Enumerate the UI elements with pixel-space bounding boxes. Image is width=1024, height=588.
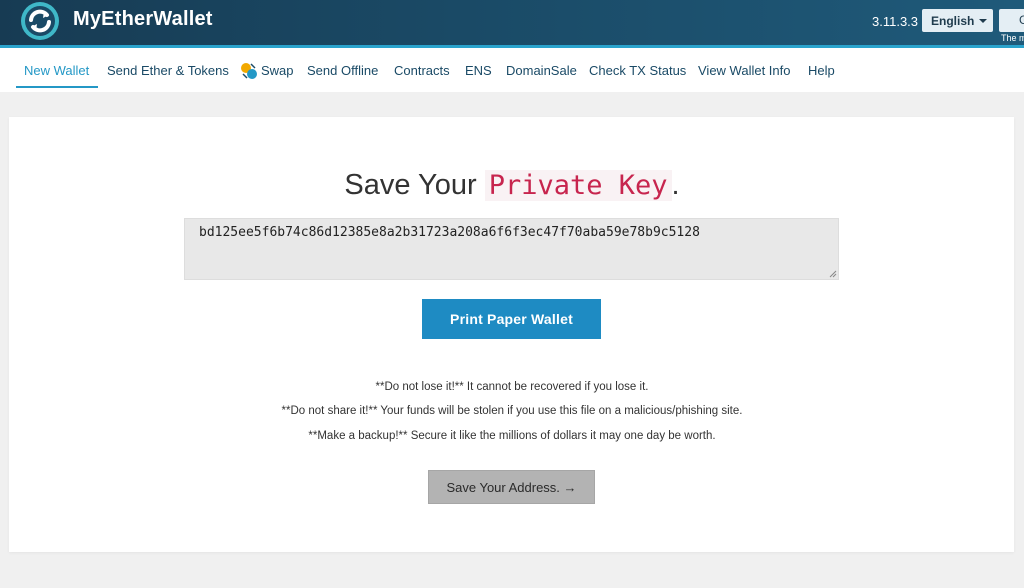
language-label: English [931,14,975,28]
print-paper-wallet-button[interactable]: Print Paper Wallet [422,299,601,339]
title-prefix: Save Your [344,169,477,201]
nav-ens[interactable]: ENS [465,63,492,78]
gas-price-note: The m [1001,33,1024,43]
nav-swap[interactable]: Swap [261,63,294,78]
private-key-textarea[interactable]: bd125ee5f6b74c86d12385e8a2b31723a208a6f6… [184,218,839,280]
active-tab-indicator [16,86,98,88]
nav-send-ether-tokens[interactable]: Send Ether & Tokens [107,63,229,78]
gas-price-button[interactable]: G [999,9,1024,32]
warning-make-backup: **Make a backup!** Secure it like the mi… [308,430,716,442]
warning-do-not-share: **Do not share it!** Your funds will be … [281,405,743,417]
save-your-address-button[interactable]: Save Your Address. → [428,470,595,504]
brand-name[interactable]: MyEtherWallet [73,8,213,31]
swap-icon [241,63,257,79]
version-label: 3.11.3.3 [872,14,919,29]
nav-view-wallet-info[interactable]: View Wallet Info [698,63,791,78]
page-title: Save Your Private Key. [0,169,1024,202]
warning-do-not-lose: **Do not lose it!** It cannot be recover… [375,381,649,393]
nav-contracts[interactable]: Contracts [394,63,450,78]
nav-check-tx-status[interactable]: Check TX Status [589,63,686,78]
private-key-value: bd125ee5f6b74c86d12385e8a2b31723a208a6f6… [199,225,700,240]
nav-help[interactable]: Help [808,63,835,78]
title-suffix: . [671,169,680,201]
nav-domainsale[interactable]: DomainSale [506,63,577,78]
chevron-down-icon [979,18,988,23]
title-private-key: Private Key [484,170,672,201]
myetherwallet-logo-icon[interactable] [20,1,60,41]
resize-handle-icon[interactable] [829,270,837,278]
nav-send-offline[interactable]: Send Offline [307,63,378,78]
language-dropdown[interactable]: English [922,9,993,32]
nav-new-wallet[interactable]: New Wallet [24,63,89,78]
